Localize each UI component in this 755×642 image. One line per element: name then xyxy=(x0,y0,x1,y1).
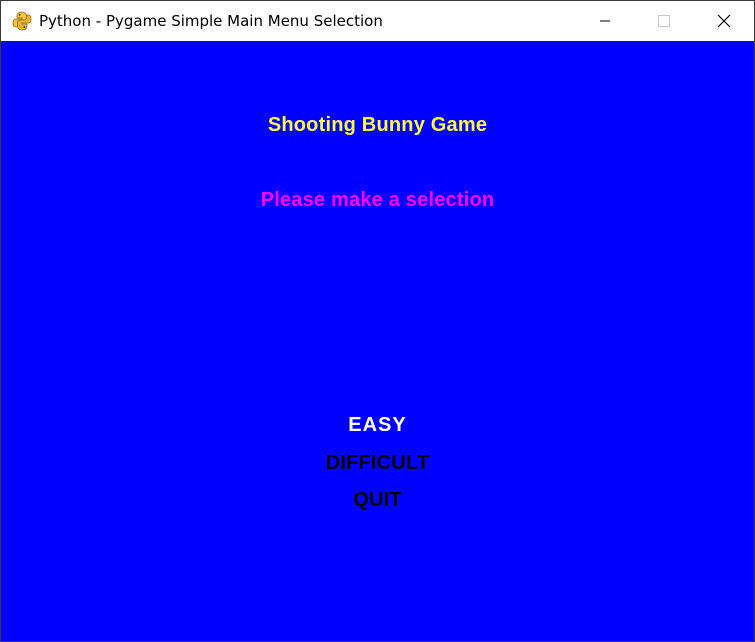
title-bar[interactable]: Python - Pygame Simple Main Menu Selecti… xyxy=(1,1,754,41)
game-canvas[interactable]: Shooting Bunny Game Please make a select… xyxy=(1,41,754,641)
pygame-snake-icon xyxy=(12,11,32,31)
maximize-button[interactable] xyxy=(635,1,693,41)
close-icon xyxy=(717,14,731,28)
window-title: Python - Pygame Simple Main Menu Selecti… xyxy=(39,12,383,30)
minimize-button[interactable] xyxy=(576,1,634,41)
minimize-icon xyxy=(600,20,610,22)
selection-prompt: Please make a selection xyxy=(260,189,495,211)
menu-item-quit[interactable]: QUIT xyxy=(1,488,754,512)
menu-item-easy[interactable]: EASY xyxy=(1,413,754,437)
close-button[interactable] xyxy=(695,1,753,41)
game-title: Shooting Bunny Game xyxy=(267,114,488,136)
app-window: Python - Pygame Simple Main Menu Selecti… xyxy=(0,0,755,642)
maximize-icon xyxy=(658,15,670,27)
menu-item-difficult[interactable]: DIFFICULT xyxy=(1,451,754,475)
